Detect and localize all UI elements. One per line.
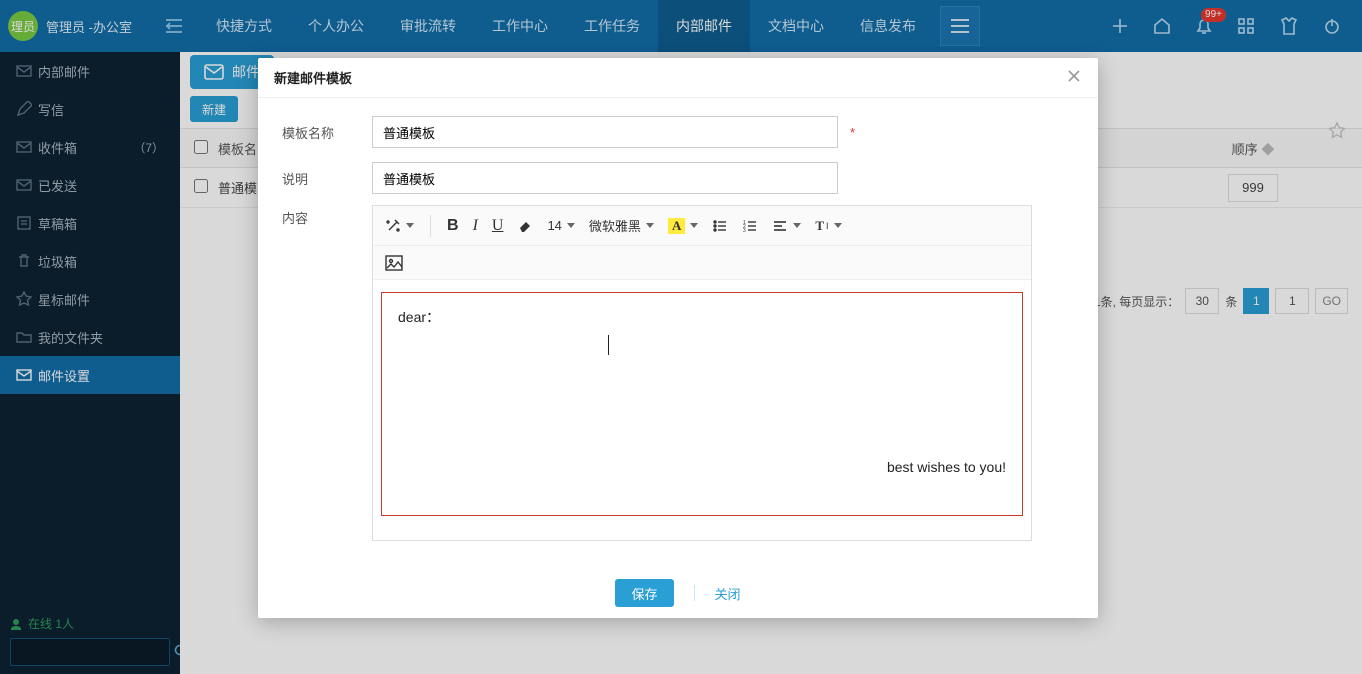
label-template-name: 模板名称 — [282, 123, 372, 142]
editor-toolbar: B I U 14 微软雅黑 A 123 TI — [373, 206, 1031, 246]
modal-footer: 保存 关闭 — [258, 568, 1098, 618]
divider — [694, 585, 695, 601]
required-mark: * — [850, 125, 855, 140]
editor-toolbar-2 — [373, 246, 1031, 280]
ul-icon[interactable] — [712, 218, 728, 234]
font-family-select[interactable]: 微软雅黑 — [589, 216, 654, 235]
input-description[interactable] — [372, 162, 838, 194]
modal-new-template: 新建邮件模板 模板名称 * 说明 内容 B I — [258, 58, 1098, 618]
content-line-1: dear： — [398, 307, 1006, 327]
rich-editor: B I U 14 微软雅黑 A 123 TI dear — [372, 205, 1032, 541]
editor-content[interactable]: dear： best wishes to you! — [373, 292, 1031, 540]
magic-tool-icon[interactable] — [385, 218, 414, 234]
font-color-icon[interactable]: A — [668, 218, 698, 234]
image-icon[interactable] — [385, 255, 403, 271]
ol-icon[interactable]: 123 — [742, 218, 758, 234]
bold-icon[interactable]: B — [447, 217, 459, 235]
font-size-select[interactable]: 14 — [547, 218, 574, 233]
align-icon[interactable] — [772, 218, 801, 234]
modal-header: 新建邮件模板 — [258, 58, 1098, 98]
input-template-name[interactable] — [372, 116, 838, 148]
modal-overlay[interactable]: 新建邮件模板 模板名称 * 说明 内容 B I — [0, 0, 1362, 674]
save-button[interactable]: 保存 — [615, 579, 673, 607]
italic-icon[interactable]: I — [473, 217, 478, 235]
close-icon[interactable] — [1066, 68, 1082, 87]
text-cursor — [608, 335, 609, 355]
modal-body: 模板名称 * 说明 内容 B I U 14 微软 — [258, 98, 1098, 568]
svg-text:3: 3 — [743, 228, 746, 234]
label-description: 说明 — [282, 169, 372, 188]
underline-icon[interactable]: U — [492, 217, 504, 235]
text-style-icon[interactable]: TI — [815, 218, 841, 234]
content-signoff: best wishes to you! — [887, 459, 1006, 475]
label-content: 内容 — [282, 208, 372, 227]
eraser-icon[interactable] — [517, 218, 533, 234]
close-button[interactable]: 关闭 — [715, 584, 741, 603]
modal-title: 新建邮件模板 — [274, 68, 352, 87]
